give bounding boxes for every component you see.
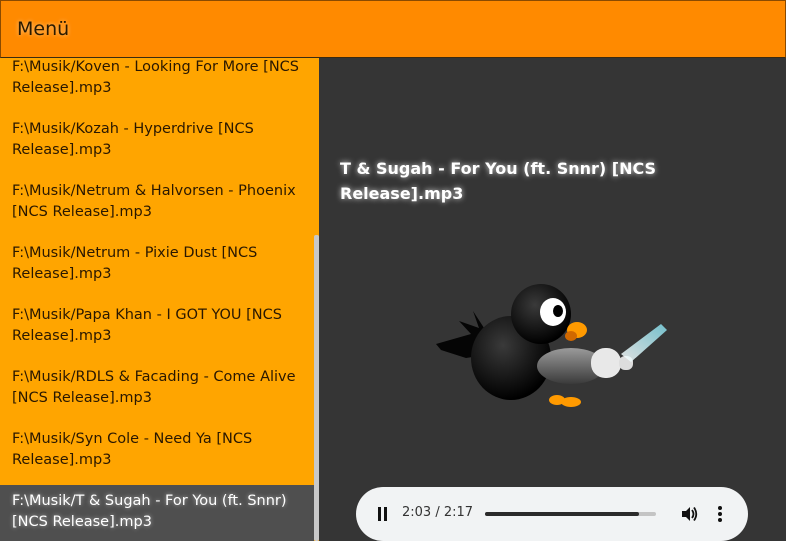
volume-icon[interactable]: [680, 505, 698, 523]
app-window: Menü F:\Musik/Koven - Looking For More […: [0, 0, 786, 541]
playlist-item[interactable]: F:\Musik/Syn Cole - Need Ya [NCS Release…: [0, 423, 314, 485]
progress-bar[interactable]: [485, 512, 656, 516]
playlist-item[interactable]: F:\Musik/Papa Khan - I GOT YOU [NCS Rele…: [0, 299, 314, 361]
now-playing-title: T & Sugah - For You (ft. Snnr) [NCS Rele…: [340, 159, 657, 203]
player-panel: T & Sugah - For You (ft. Snnr) [NCS Rele…: [319, 58, 786, 541]
playlist-item-active[interactable]: F:\Musik/T & Sugah - For You (ft. Snnr) …: [0, 485, 314, 541]
menu-button[interactable]: Menü: [17, 18, 69, 40]
penguin-mascot-icon: [436, 284, 667, 407]
playlist: F:\Musik/Koven - Looking For More [NCS R…: [0, 58, 314, 541]
more-options-icon[interactable]: [716, 504, 724, 524]
playlist-item[interactable]: F:\Musik/Netrum & Halvorsen - Phoenix [N…: [0, 175, 314, 237]
playlist-item[interactable]: F:\Musik/Netrum - Pixie Dust [NCS Releas…: [0, 237, 314, 299]
audio-player[interactable]: 2:03 / 2:17: [356, 487, 748, 541]
playlist-sidebar[interactable]: F:\Musik/Koven - Looking For More [NCS R…: [0, 58, 319, 541]
header-bar: Menü: [0, 0, 786, 58]
pause-button[interactable]: [376, 507, 388, 521]
playlist-item[interactable]: F:\Musik/Koven - Looking For More [NCS R…: [0, 58, 314, 113]
playlist-item[interactable]: F:\Musik/Kozah - Hyperdrive [NCS Release…: [0, 113, 314, 175]
progress-fill: [485, 512, 639, 516]
playlist-item[interactable]: F:\Musik/RDLS & Facading - Come Alive [N…: [0, 361, 314, 423]
time-display: 2:03 / 2:17: [402, 505, 474, 520]
